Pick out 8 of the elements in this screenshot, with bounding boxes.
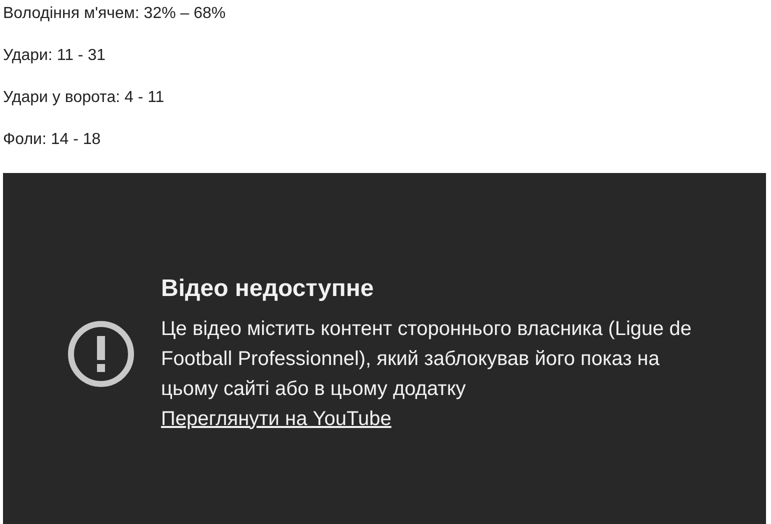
stat-line: Удари у ворота: 4 - 11 <box>3 88 166 108</box>
error-message: Це відео містить контент стороннього власника (Ligue de Football Professionnel), який заблокував його показ на цьому сайті або в цьому додатку <box>161 316 693 402</box>
stat-line: Удари: 11 - 31 <box>3 46 106 66</box>
stat-line: Фоли: 14 - 18 <box>3 130 102 150</box>
video-title: Відео недоступне <box>161 274 375 304</box>
exclamation-icon <box>67 320 135 388</box>
youtube-link[interactable]: Переглянути на YouTube <box>161 404 392 434</box>
stat-line: Володіння м'ячем: 32% – 68% <box>3 4 227 24</box>
